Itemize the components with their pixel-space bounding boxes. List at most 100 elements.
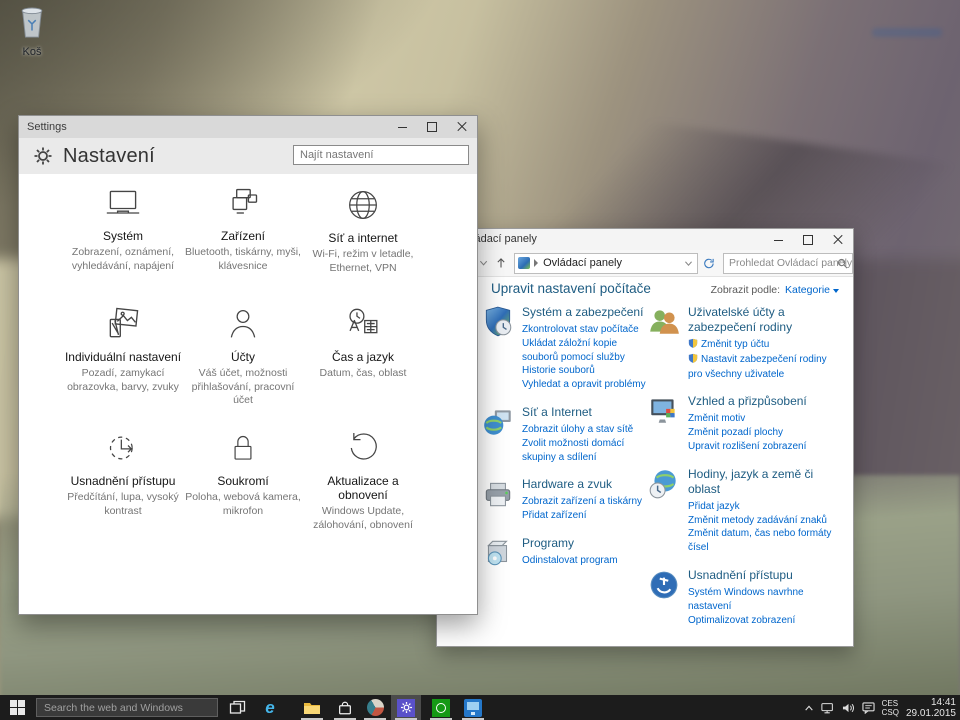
cp-category-title[interactable]: Vzhled a přizpůsobení bbox=[688, 394, 807, 409]
ease-of-access-circle-icon[interactable] bbox=[647, 568, 681, 602]
cp-task-link[interactable]: Změnit pozadí plochy bbox=[688, 426, 807, 440]
start-button[interactable] bbox=[0, 695, 34, 720]
cp-task-link[interactable]: Přidat jazyk bbox=[688, 500, 833, 514]
printer-icon[interactable] bbox=[481, 477, 515, 511]
cp-task-link[interactable]: Změnit typ účtu bbox=[688, 338, 833, 353]
system-tray: CES CSQ 14:41 29.01.2015 bbox=[804, 695, 956, 720]
users-icon[interactable] bbox=[647, 305, 681, 339]
cp-category-title[interactable]: Síť a Internet bbox=[522, 405, 649, 420]
minimize-button[interactable] bbox=[763, 229, 793, 251]
up-arrow-button[interactable] bbox=[496, 257, 506, 269]
chevron-down-icon bbox=[833, 289, 839, 293]
breadcrumb-address[interactable]: Ovládací panely bbox=[543, 257, 622, 269]
view-by-dropdown[interactable]: Kategorie bbox=[785, 284, 839, 296]
cp-task-link[interactable]: Zvolit možnosti domácí skupiny a sdílení bbox=[522, 437, 649, 465]
cp-task-link[interactable]: Změnit metody zadávání znaků bbox=[688, 514, 833, 528]
cp-task-link[interactable]: Optimalizovat zobrazení bbox=[688, 614, 833, 628]
cp-task-link[interactable]: Systém Windows navrhne nastavení bbox=[688, 586, 833, 614]
close-button[interactable] bbox=[823, 229, 853, 251]
cp-category-title[interactable]: Uživatelské účty a zabezpečení rodiny bbox=[688, 305, 833, 335]
cp-task-link[interactable]: Změnit motiv bbox=[688, 412, 807, 426]
search-placeholder: Prohledat Ovládací panely bbox=[729, 257, 852, 269]
settings-tile-update-recovery[interactable]: Aktualizace a obnovení Windows Update, z… bbox=[303, 429, 423, 532]
close-button[interactable] bbox=[447, 116, 477, 138]
cp-task-link[interactable]: Ukládat záložní kopie souborů pomocí slu… bbox=[522, 337, 649, 378]
history-chevron-icon[interactable] bbox=[479, 259, 488, 267]
uac-shield-icon bbox=[688, 338, 698, 353]
taskbar-search-input[interactable] bbox=[36, 698, 218, 717]
cp-task-link[interactable]: Vyhledat a opravit problémy bbox=[522, 378, 649, 392]
network-globe-icon[interactable] bbox=[481, 405, 515, 439]
windows-logo-icon bbox=[10, 700, 25, 715]
settings-tile-personalization[interactable]: Individuální nastavení Pozadí, zamykací … bbox=[63, 305, 183, 408]
settings-tile-time-language[interactable]: Čas a jazyk Datum, čas, oblast bbox=[303, 305, 423, 408]
network-icon[interactable] bbox=[821, 702, 835, 714]
settings-tile-devices[interactable]: Zařízení Bluetooth, tiskárny, myši, kláv… bbox=[183, 186, 303, 275]
tile-subtitle: Váš účet, možnosti přihlašování, pracovn… bbox=[183, 367, 303, 408]
address-dropdown-icon[interactable] bbox=[684, 260, 693, 267]
maximize-button[interactable] bbox=[417, 116, 447, 138]
printer-devices-icon bbox=[221, 186, 265, 222]
cp-task-link[interactable]: Upravit rozlišení zobrazení bbox=[688, 440, 807, 454]
settings-search-input[interactable] bbox=[293, 145, 469, 165]
refresh-button[interactable] bbox=[703, 257, 715, 270]
task-view-button[interactable] bbox=[222, 695, 252, 720]
volume-icon[interactable] bbox=[842, 702, 855, 714]
cp-task-link[interactable]: Zobrazit zařízení a tiskárny bbox=[522, 495, 642, 509]
control-panel-heading: Upravit nastavení počítače bbox=[491, 281, 651, 296]
control-panel-search-box[interactable]: Prohledat Ovládací panely bbox=[723, 253, 853, 274]
maximize-icon bbox=[803, 235, 813, 245]
xbox-button[interactable] bbox=[426, 695, 456, 720]
cp-task-link[interactable]: Přidat zařízení bbox=[522, 509, 642, 523]
cp-task-link[interactable]: Změnit datum, čas nebo formáty čísel bbox=[688, 527, 833, 555]
appearance-monitor-icon[interactable] bbox=[647, 394, 681, 428]
control-panel-titlebar[interactable]: Ovládací panely bbox=[437, 229, 853, 250]
taskbar-clock[interactable]: 14:41 29.01.2015 bbox=[906, 697, 956, 719]
address-bar[interactable]: Ovládací panely bbox=[514, 253, 698, 274]
minimize-button[interactable] bbox=[387, 116, 417, 138]
cp-category-title[interactable]: Hodiny, jazyk a země či oblast bbox=[688, 467, 833, 497]
cp-category-title[interactable]: Hardware a zvuk bbox=[522, 477, 642, 492]
settings-tile-accounts[interactable]: Účty Váš účet, možnosti přihlašování, pr… bbox=[183, 305, 303, 408]
tile-title: Aktualizace a obnovení bbox=[303, 474, 423, 502]
task-view-icon bbox=[229, 700, 246, 715]
cp-category-title[interactable]: Usnadnění přístupu bbox=[688, 568, 833, 583]
settings-titlebar[interactable]: Settings bbox=[19, 116, 477, 138]
cp-task-link[interactable]: Nastavit zabezpečení rodiny pro všechny … bbox=[688, 353, 833, 382]
shield-icon[interactable] bbox=[481, 305, 515, 339]
internet-explorer-button[interactable]: e bbox=[255, 695, 285, 720]
tray-expand-chevron-icon[interactable] bbox=[804, 704, 814, 712]
file-explorer-button[interactable] bbox=[297, 695, 327, 720]
feedback-app-button[interactable] bbox=[360, 695, 390, 720]
control-panel-navbar: Ovládací panely Prohledat Ovládací panel… bbox=[437, 250, 853, 277]
cp-task-link[interactable]: Zkontrolovat stav počítače bbox=[522, 323, 649, 337]
settings-tile-system[interactable]: Systém Zobrazení, oznámení, vyhledávání,… bbox=[63, 186, 183, 275]
tile-title: Soukromí bbox=[217, 474, 268, 488]
taskbar: e bbox=[0, 695, 960, 720]
settings-tile-ease-of-access[interactable]: Usnadnění přístupu Předčítání, lupa, vys… bbox=[63, 429, 183, 532]
search-icon[interactable] bbox=[837, 258, 848, 269]
maximize-button[interactable] bbox=[793, 229, 823, 251]
action-center-icon[interactable] bbox=[862, 702, 875, 714]
recycle-bin-desktop-icon[interactable]: Koš bbox=[6, 6, 58, 58]
cp-task-link[interactable]: Zobrazit úlohy a stav sítě bbox=[522, 423, 649, 437]
desktop-screen: Koš Settings Nastavení bbox=[0, 0, 960, 720]
cp-task-link[interactable]: Odinstalovat program bbox=[522, 554, 618, 568]
tile-title: Síť a internet bbox=[328, 231, 397, 245]
language-indicator[interactable]: CES CSQ bbox=[882, 699, 899, 717]
control-panel-window: Ovládací panely Ovládací panely bbox=[436, 228, 854, 647]
clock-time: 14:41 bbox=[906, 697, 956, 708]
settings-taskbar-button[interactable] bbox=[391, 695, 421, 720]
store-button[interactable] bbox=[330, 695, 360, 720]
clock-globe-icon[interactable] bbox=[647, 467, 681, 501]
gear-icon bbox=[33, 146, 53, 166]
update-refresh-icon bbox=[343, 429, 383, 467]
cp-category-title[interactable]: Systém a zabezpečení bbox=[522, 305, 649, 320]
cp-category-title[interactable]: Programy bbox=[522, 536, 618, 551]
contact-support-button[interactable] bbox=[458, 695, 488, 720]
settings-tile-privacy[interactable]: Soukromí Poloha, webová kamera, mikrofon bbox=[183, 429, 303, 532]
program-box-icon[interactable] bbox=[481, 536, 515, 570]
settings-tile-network[interactable]: Síť a internet Wi-Fi, režim v letadle, E… bbox=[303, 186, 423, 275]
cp-category-appearance: Vzhled a přizpůsobení Změnit motiv Změni… bbox=[647, 394, 833, 453]
tile-title: Individuální nastavení bbox=[65, 350, 181, 364]
